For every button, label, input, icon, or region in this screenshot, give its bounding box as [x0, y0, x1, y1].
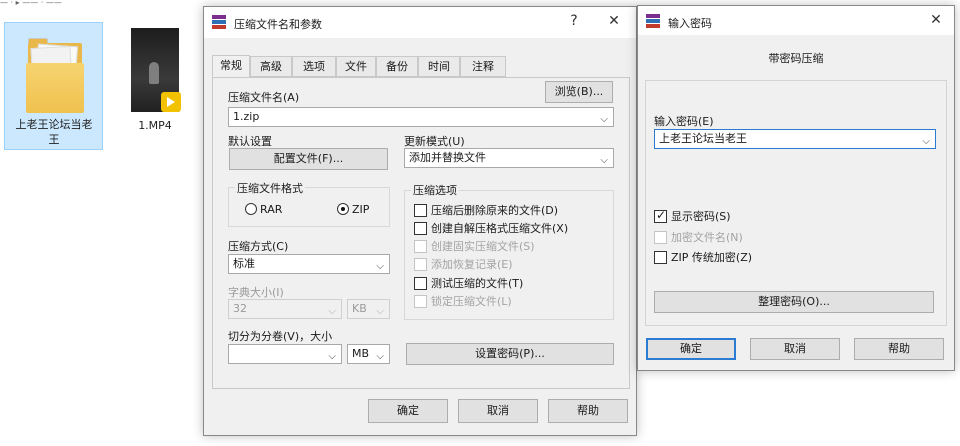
password-help-button[interactable]: 帮助 [854, 338, 944, 360]
cancel-button[interactable]: 取消 [458, 399, 538, 423]
dialog-titlebar[interactable]: 压缩文件名和参数 ? ✕ [204, 7, 636, 38]
dictionary-unit-value: KB [352, 302, 367, 315]
tab-options[interactable]: 选项 [292, 56, 336, 77]
archive-name-value: 1.zip [233, 110, 260, 123]
password-cancel-button[interactable]: 取消 [750, 338, 840, 360]
password-label: 输入密码(E) [654, 115, 714, 128]
password-heading: 带密码压缩 [768, 52, 824, 65]
chevron-down-icon[interactable]: ⌵ [600, 152, 608, 170]
split-unit-value: MB [352, 347, 370, 360]
update-mode-value: 添加并替换文件 [409, 151, 486, 164]
organize-passwords-button[interactable]: 整理密码(O)... [654, 291, 934, 313]
password-dialog-title: 输入密码 [668, 17, 712, 30]
winrar-icon [646, 14, 660, 28]
compression-method-select[interactable]: 标准 ⌵ [228, 254, 390, 274]
chevron-down-icon[interactable]: ⌵ [600, 111, 608, 129]
tab-files[interactable]: 文件 [336, 56, 376, 77]
archive-format-group: 压缩文件格式 RAR ZIP [228, 180, 390, 227]
format-group-title: 压缩文件格式 [235, 180, 305, 196]
tab-advanced[interactable]: 高级 [250, 56, 292, 77]
close-icon[interactable]: ✕ [604, 13, 624, 29]
dictionary-size-value: 32 [233, 302, 247, 315]
dictionary-unit-select[interactable]: KB ⌵ [347, 299, 390, 319]
video-file-item[interactable]: 1.MP4 [108, 22, 202, 132]
split-unit-select[interactable]: MB ⌵ [347, 344, 390, 364]
folder-icon [26, 35, 84, 113]
chevron-down-icon[interactable]: ⌵ [376, 303, 384, 321]
breadcrumb: — · ▸ —— · —— [0, 0, 62, 7]
update-mode-label: 更新模式(U) [404, 135, 465, 148]
tab-backup[interactable]: 备份 [376, 56, 418, 77]
chevron-down-icon[interactable]: ⌵ [328, 303, 336, 321]
default-settings-label: 默认设置 [228, 135, 272, 148]
video-file-name: 1.MP4 [138, 119, 172, 132]
help-button[interactable]: 帮助 [548, 399, 628, 423]
archive-name-input[interactable]: 1.zip ⌵ [228, 107, 614, 127]
tab-general[interactable]: 常规 [212, 55, 250, 78]
ok-button[interactable]: 确定 [368, 399, 448, 423]
winrar-icon [212, 15, 226, 29]
archive-name-label: 压缩文件名(A) [228, 91, 300, 104]
split-size-input[interactable]: ⌵ [228, 344, 342, 364]
options-group-title: 压缩选项 [411, 182, 459, 198]
dialog-title: 压缩文件名和参数 [234, 18, 322, 31]
folder-item[interactable]: 上老王论坛当老王 [4, 22, 103, 150]
profiles-button[interactable]: 配置文件(F)... [229, 148, 388, 170]
archive-parameters-dialog: 压缩文件名和参数 ? ✕ 常规 高级 选项 文件 备份 时间 注释 压缩文件名(… [203, 6, 637, 436]
checkmark-icon: ✓ [656, 208, 667, 222]
password-value: 上老王论坛当老王 [659, 132, 747, 145]
player-badge-icon [161, 92, 181, 112]
folder-name: 上老王论坛当老王 [15, 118, 93, 146]
chevron-down-icon[interactable]: ⌵ [922, 133, 930, 151]
close-icon[interactable]: ✕ [926, 12, 946, 28]
tab-time[interactable]: 时间 [418, 56, 460, 77]
split-volumes-label: 切分为分卷(V)，大小 [228, 330, 333, 343]
tab-comment[interactable]: 注释 [460, 56, 506, 77]
help-icon[interactable]: ? [564, 13, 584, 29]
chevron-down-icon[interactable]: ⌵ [376, 348, 384, 366]
compression-method-value: 标准 [233, 257, 255, 270]
chevron-down-icon[interactable]: ⌵ [328, 348, 336, 366]
dictionary-size-label: 字典大小(I) [228, 286, 284, 299]
set-password-button[interactable]: 设置密码(P)... [406, 343, 614, 365]
password-input[interactable]: 上老王论坛当老王 ⌵ [654, 129, 936, 149]
chevron-down-icon[interactable]: ⌵ [376, 258, 384, 276]
password-dialog: 输入密码 ✕ 带密码压缩 输入密码(E) 上老王论坛当老王 ⌵ ✓ 显示密码(S… [637, 5, 955, 371]
compression-method-label: 压缩方式(C) [228, 240, 289, 253]
password-dialog-titlebar[interactable]: 输入密码 ✕ [638, 6, 954, 35]
update-mode-select[interactable]: 添加并替换文件 ⌵ [404, 148, 614, 168]
dictionary-size-select[interactable]: 32 ⌵ [228, 299, 342, 319]
browse-button[interactable]: 浏览(B)... [545, 81, 613, 103]
video-thumbnail-icon [108, 22, 202, 122]
password-ok-button[interactable]: 确定 [646, 338, 736, 360]
